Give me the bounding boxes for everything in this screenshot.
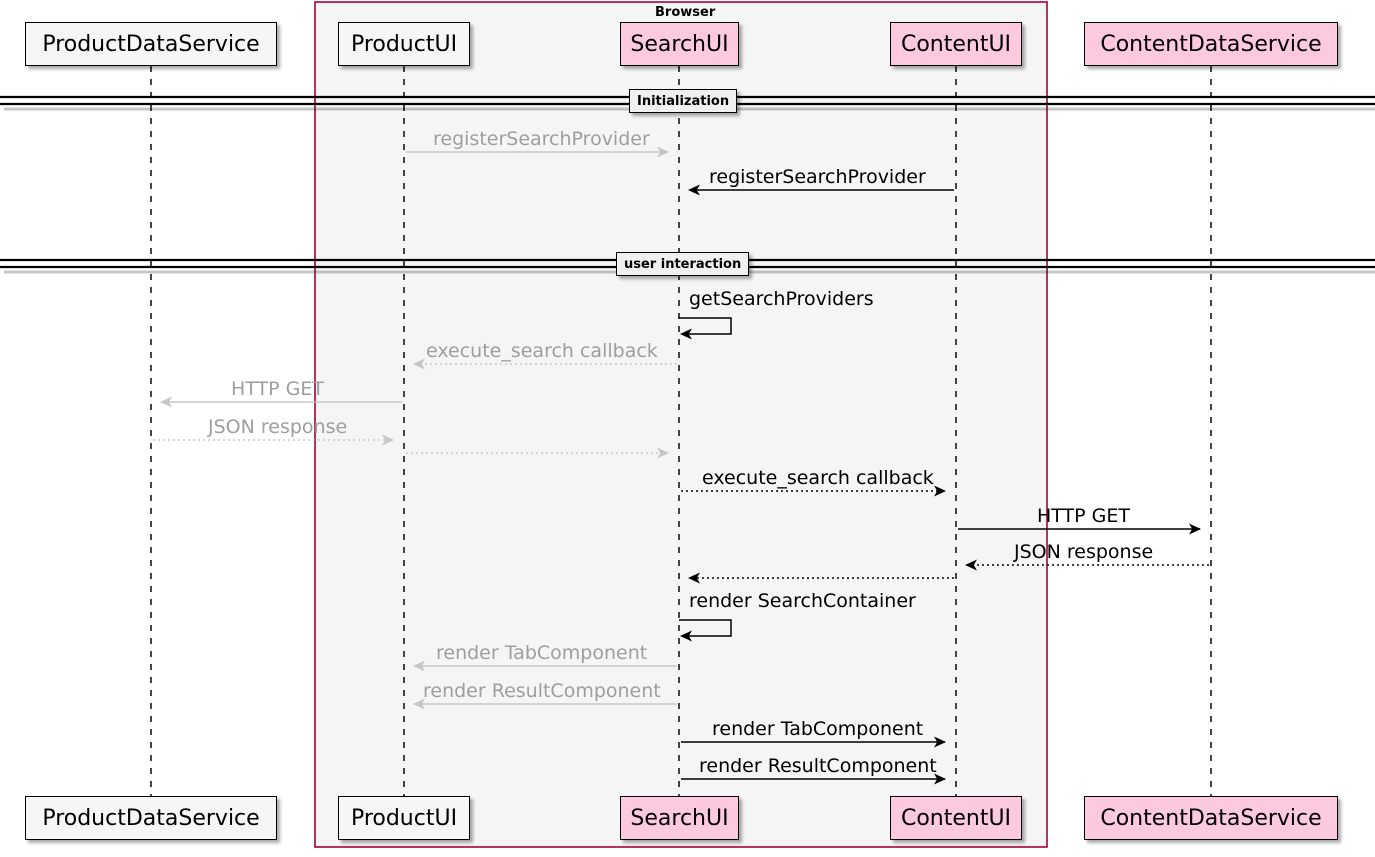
message-label-m13: render TabComponent — [436, 642, 648, 664]
participant-label: ProductDataService — [42, 805, 260, 831]
message-label-m1: registerSearchProvider — [433, 128, 650, 150]
browser-group — [314, 1, 1048, 848]
message-label-m6: JSON response — [208, 416, 348, 438]
participant-label: ContentDataService — [1100, 31, 1322, 57]
message-label-m5: HTTP GET — [231, 378, 324, 400]
participant-bottom-contentdataservice[interactable]: ContentDataService — [1084, 796, 1338, 840]
divider-label-user-interaction: user interaction — [616, 252, 750, 276]
participant-label: ProductUI — [350, 31, 458, 57]
participant-top-productui[interactable]: ProductUI — [338, 22, 470, 66]
diagram-vector-layer — [0, 1, 1375, 848]
participant-top-contentui[interactable]: ContentUI — [890, 22, 1022, 66]
participant-top-searchui[interactable]: SearchUI — [620, 22, 739, 66]
message-label-m12: render SearchContainer — [689, 590, 916, 612]
participant-top-contentdataservice[interactable]: ContentDataService — [1084, 22, 1338, 66]
divider-label-text: user interaction — [624, 256, 742, 272]
participant-bottom-productui[interactable]: ProductUI — [338, 796, 470, 840]
divider-label-initialization: Initialization — [629, 89, 738, 113]
message-label-m2: registerSearchProvider — [709, 166, 926, 188]
group-title-browser: Browser — [655, 5, 716, 20]
participant-bottom-searchui[interactable]: SearchUI — [620, 796, 739, 840]
message-label-m15: render TabComponent — [712, 718, 924, 740]
message-label-m14: render ResultComponent — [423, 680, 661, 702]
participant-label: ContentUI — [900, 31, 1012, 57]
participant-top-productdataservice[interactable]: ProductDataService — [25, 22, 277, 66]
sequence-diagram-canvas: ProductDataService ProductDataService Prod… — [0, 0, 1375, 857]
message-label-m10: JSON response — [1014, 541, 1154, 563]
message-label-m8: execute_search callback — [702, 467, 934, 489]
participant-bottom-productdataservice[interactable]: ProductDataService — [25, 796, 277, 840]
message-label-m3: getSearchProviders — [689, 288, 874, 310]
participant-bottom-contentui[interactable]: ContentUI — [890, 796, 1022, 840]
participant-label: ContentDataService — [1100, 805, 1322, 831]
divider-label-text: Initialization — [637, 93, 730, 109]
participant-label: ContentUI — [900, 805, 1012, 831]
participant-label: SearchUI — [630, 805, 729, 831]
message-label-m16: render ResultComponent — [699, 755, 937, 777]
participant-label: SearchUI — [630, 31, 729, 57]
participant-label: ProductUI — [350, 805, 458, 831]
message-label-m4: execute_search callback — [426, 340, 658, 362]
participant-label: ProductDataService — [42, 31, 260, 57]
message-label-m9: HTTP GET — [1037, 505, 1130, 527]
